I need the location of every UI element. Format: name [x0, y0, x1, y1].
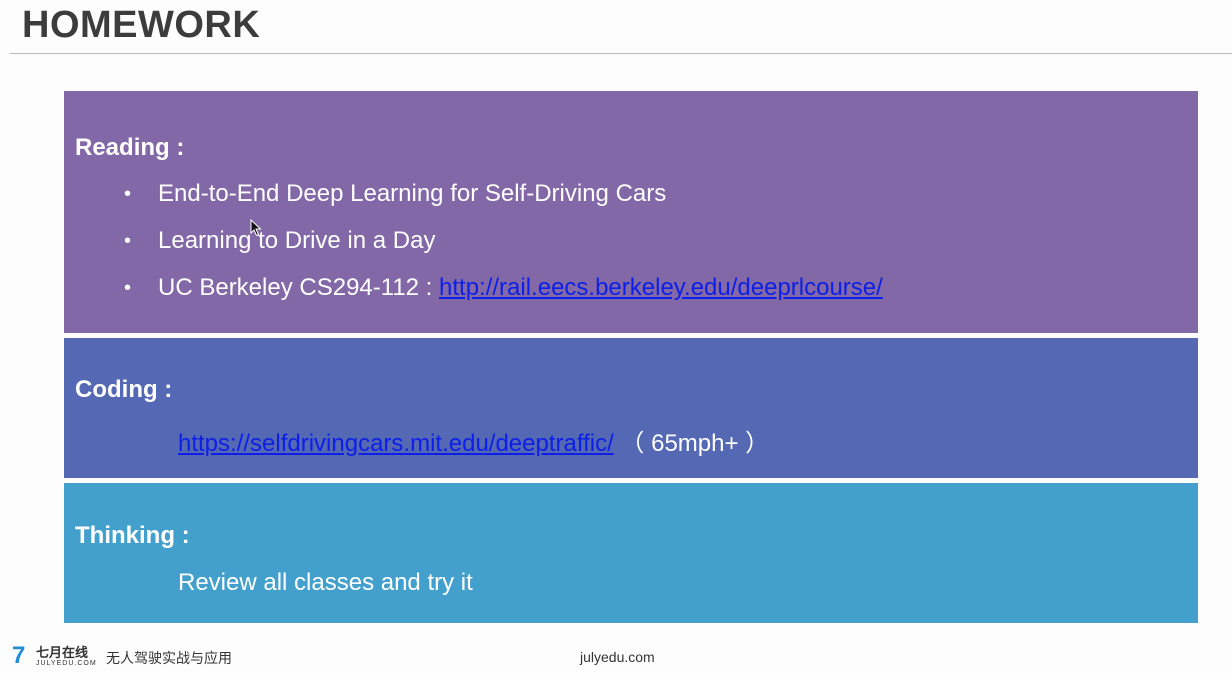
footer-site: julyedu.com [580, 649, 655, 665]
reading-panel: Reading : • End-to-End Deep Learning for… [64, 91, 1198, 333]
seven-logo-icon: 7 [12, 642, 26, 669]
berkeley-course-link[interactable]: http://rail.eecs.berkeley.edu/deeprlcour… [439, 274, 883, 301]
brand-logo: 7 七月在线 JULYEDU.COM [12, 642, 97, 669]
reading-list: • End-to-End Deep Learning for Self-Driv… [124, 179, 883, 320]
coding-line: https://selfdrivingcars.mit.edu/deeptraf… [178, 423, 769, 458]
thinking-panel: Thinking : Review all classes and try it [64, 483, 1198, 623]
slide-title: HOMEWORK [22, 4, 261, 46]
reading-item-text: UC Berkeley CS294-112 : [158, 274, 440, 301]
reading-item-text: End-to-End Deep Learning for Self-Drivin… [158, 180, 667, 207]
title-divider [10, 53, 1232, 54]
thinking-heading: Thinking : [75, 522, 190, 549]
list-item: • Learning to Drive in a Day [124, 226, 883, 273]
coding-heading: Coding : [75, 376, 173, 403]
course-name: 无人驾驶实战与应用 [106, 650, 232, 666]
logo-en-text: JULYEDU.COM [36, 659, 97, 667]
logo-cn-text: 七月在线 [36, 644, 89, 660]
thinking-text: Review all classes and try it [178, 569, 473, 596]
list-item: • UC Berkeley CS294-112 : http://rail.ee… [124, 273, 883, 320]
coding-suffix: （ 65mph+ ） [613, 430, 770, 457]
list-item: • End-to-End Deep Learning for Self-Driv… [124, 179, 883, 226]
coding-panel: Coding : https://selfdrivingcars.mit.edu… [64, 338, 1198, 478]
bullet-icon: • [124, 230, 132, 252]
deeptraffic-link[interactable]: https://selfdrivingcars.mit.edu/deeptraf… [178, 430, 614, 457]
bullet-icon: • [124, 277, 132, 299]
slide: HOMEWORK Reading : • End-to-End Deep Lea… [0, 0, 1232, 673]
bullet-icon: • [124, 183, 132, 205]
reading-heading: Reading : [75, 134, 185, 161]
mouse-cursor-icon [250, 219, 262, 237]
reading-item-text: Learning to Drive in a Day [158, 227, 436, 254]
